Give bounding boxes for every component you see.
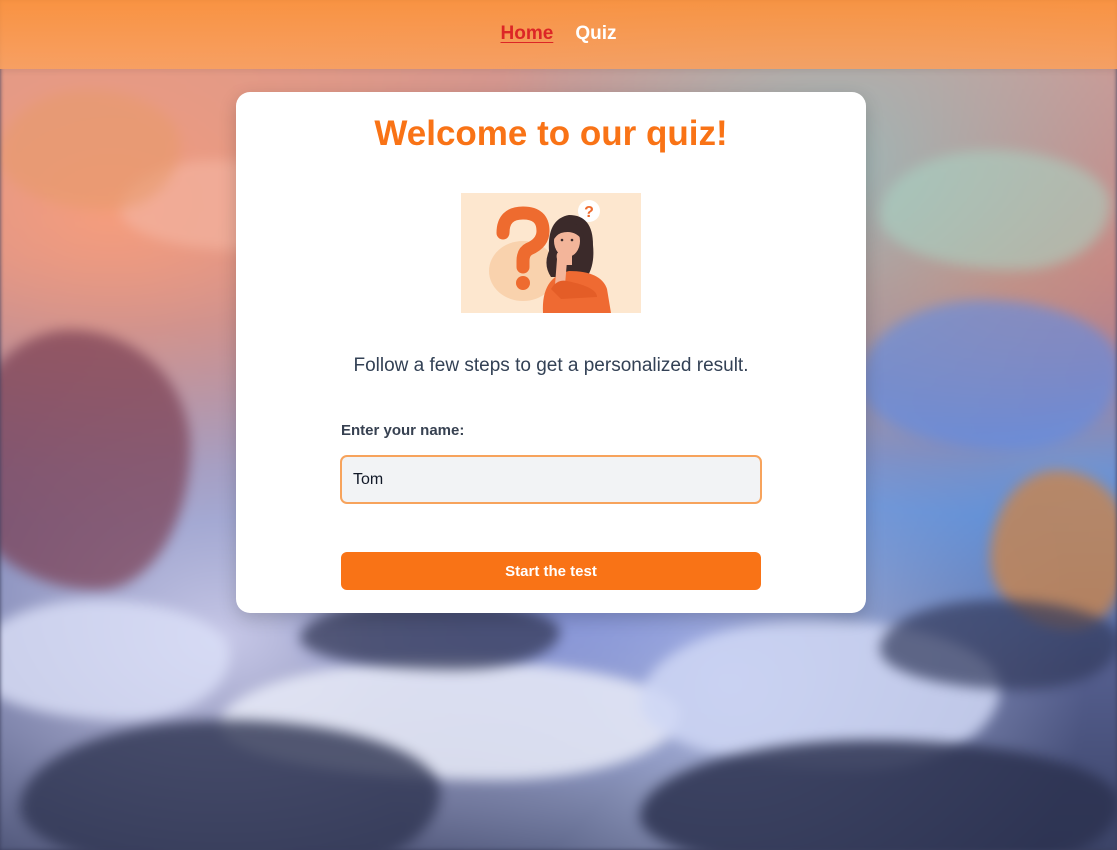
- name-field-label: Enter your name:: [341, 422, 465, 439]
- svg-text:?: ?: [584, 204, 594, 221]
- nav-link-quiz[interactable]: Quiz: [575, 23, 616, 45]
- nav-link-home[interactable]: Home: [501, 23, 554, 45]
- page-title: Welcome to our quiz!: [374, 114, 728, 153]
- intro-text: Follow a few steps to get a personalized…: [353, 355, 749, 376]
- name-input[interactable]: [340, 455, 762, 504]
- thinking-woman-illustration-icon: ?: [461, 193, 641, 313]
- welcome-card: Welcome to our quiz! ? Follow a few step…: [236, 92, 866, 613]
- start-test-button[interactable]: Start the test: [341, 552, 761, 590]
- top-nav-bar: Home Quiz: [0, 0, 1117, 69]
